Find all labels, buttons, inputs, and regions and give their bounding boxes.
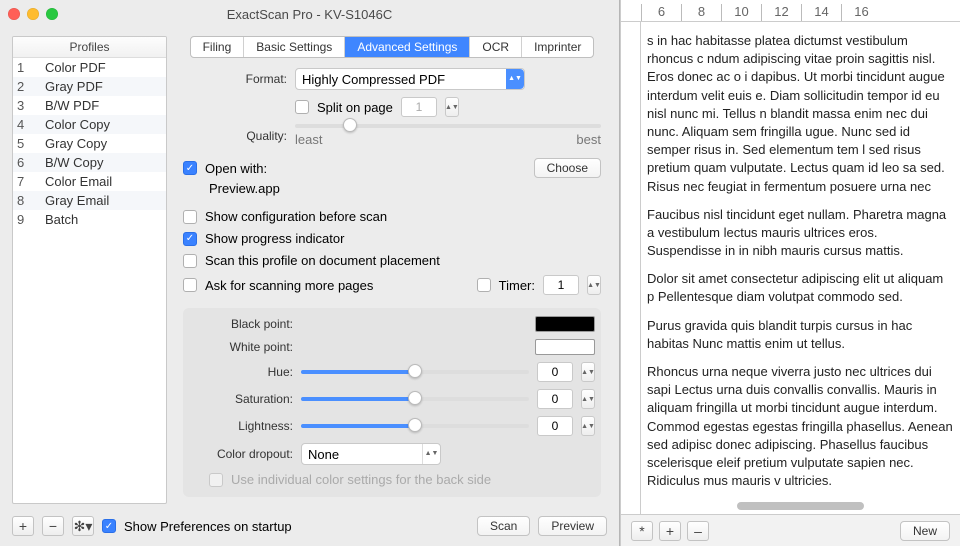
hue-slider[interactable] bbox=[301, 370, 529, 374]
preview-page[interactable]: s in hac habitasse platea dictumst vesti… bbox=[641, 22, 960, 514]
white-point-swatch[interactable] bbox=[535, 339, 595, 355]
show-progress-checkbox[interactable]: ✓ bbox=[183, 232, 197, 246]
zoom-out-button[interactable]: – bbox=[687, 521, 709, 541]
profile-row[interactable]: 3B/W PDF bbox=[13, 96, 166, 115]
preview-paragraph: Rhoncus urna neque viverra justo nec ult… bbox=[647, 363, 954, 490]
profile-row[interactable]: 7Color Email bbox=[13, 172, 166, 191]
lightness-label: Lightness: bbox=[189, 419, 293, 433]
show-prefs-label: Show Preferences on startup bbox=[124, 519, 292, 534]
format-label: Format: bbox=[183, 72, 287, 86]
chevron-updown-icon: ▲▼ bbox=[422, 444, 440, 464]
add-profile-button[interactable]: + bbox=[12, 516, 34, 536]
tab-basic-settings[interactable]: Basic Settings bbox=[244, 37, 345, 57]
split-label: Split on page bbox=[317, 100, 393, 115]
tabs: FilingBasic SettingsAdvanced SettingsOCR… bbox=[177, 36, 607, 58]
format-select[interactable]: Highly Compressed PDF ▲▼ bbox=[295, 68, 525, 90]
timer-value[interactable]: 1 bbox=[543, 275, 579, 295]
profile-row[interactable]: 4Color Copy bbox=[13, 115, 166, 134]
preview-paragraph: s in hac habitasse platea dictumst vesti… bbox=[647, 32, 954, 196]
ask-more-label: Ask for scanning more pages bbox=[205, 278, 373, 293]
hue-value[interactable]: 0 bbox=[537, 362, 573, 382]
white-point-label: White point: bbox=[189, 340, 293, 354]
preview-button[interactable]: Preview bbox=[538, 516, 607, 536]
remove-profile-button[interactable]: − bbox=[42, 516, 64, 536]
split-value: 1 bbox=[401, 97, 437, 117]
profile-row[interactable]: 1Color PDF bbox=[13, 58, 166, 77]
profiles-header: Profiles bbox=[13, 37, 166, 58]
black-point-swatch[interactable] bbox=[535, 316, 595, 332]
preview-pane: 6810121416 s in hac habitasse platea dic… bbox=[620, 0, 960, 546]
chevron-updown-icon: ▲▼ bbox=[506, 69, 524, 89]
zoom-in-button[interactable]: + bbox=[659, 521, 681, 541]
open-with-checkbox[interactable]: ✓ bbox=[183, 161, 197, 175]
preview-paragraph: Faucibus nisl tincidunt eget nullam. Pha… bbox=[647, 206, 954, 261]
scan-button[interactable]: Scan bbox=[477, 516, 530, 536]
gear-icon[interactable]: ✻▾ bbox=[72, 516, 94, 536]
lightness-value[interactable]: 0 bbox=[537, 416, 573, 436]
lightness-stepper[interactable]: ▲▼ bbox=[581, 416, 595, 436]
profiles-panel: Profiles 1Color PDF2Gray PDF3B/W PDF4Col… bbox=[12, 36, 167, 504]
timer-checkbox[interactable] bbox=[477, 278, 491, 292]
profile-row[interactable]: 2Gray PDF bbox=[13, 77, 166, 96]
profiles-list[interactable]: 1Color PDF2Gray PDF3B/W PDF4Color Copy5G… bbox=[13, 58, 166, 503]
quality-least: least bbox=[295, 132, 322, 147]
black-point-label: Black point: bbox=[189, 317, 293, 331]
preview-paragraph: Purus gravida quis blandit turpis cursus… bbox=[647, 317, 954, 353]
hue-label: Hue: bbox=[189, 365, 293, 379]
ruler-horizontal: 6810121416 bbox=[621, 0, 960, 22]
saturation-stepper[interactable]: ▲▼ bbox=[581, 389, 595, 409]
timer-stepper[interactable]: ▲▼ bbox=[587, 275, 601, 295]
ask-more-checkbox[interactable] bbox=[183, 278, 197, 292]
horizontal-scrollbar[interactable] bbox=[737, 502, 865, 510]
preview-paragraph: Dolor sit amet consectetur adipiscing el… bbox=[647, 270, 954, 306]
open-with-app: Preview.app bbox=[209, 181, 280, 196]
choose-button[interactable]: Choose bbox=[534, 158, 601, 178]
format-value: Highly Compressed PDF bbox=[302, 72, 445, 87]
profile-row[interactable]: 8Gray Email bbox=[13, 191, 166, 210]
show-config-label: Show configuration before scan bbox=[205, 209, 387, 224]
show-progress-label: Show progress indicator bbox=[205, 231, 344, 246]
saturation-value[interactable]: 0 bbox=[537, 389, 573, 409]
split-checkbox[interactable] bbox=[295, 100, 309, 114]
tab-ocr[interactable]: OCR bbox=[470, 37, 522, 57]
ruler-vertical bbox=[621, 22, 641, 514]
scan-placement-checkbox[interactable] bbox=[183, 254, 197, 268]
tab-advanced-settings[interactable]: Advanced Settings bbox=[345, 37, 470, 57]
individual-colors-label: Use individual color settings for the ba… bbox=[231, 472, 491, 487]
quality-best: best bbox=[576, 132, 601, 147]
profile-row[interactable]: 9Batch bbox=[13, 210, 166, 229]
scan-placement-label: Scan this profile on document placement bbox=[205, 253, 440, 268]
quality-label: Quality: bbox=[183, 129, 287, 143]
star-button[interactable]: * bbox=[631, 521, 653, 541]
titlebar: ExactScan Pro - KV-S1046C bbox=[0, 0, 619, 28]
saturation-label: Saturation: bbox=[189, 392, 293, 406]
individual-colors-checkbox bbox=[209, 473, 223, 487]
profile-row[interactable]: 6B/W Copy bbox=[13, 153, 166, 172]
lightness-slider[interactable] bbox=[301, 424, 529, 428]
quality-slider[interactable] bbox=[295, 124, 601, 128]
profile-row[interactable]: 5Gray Copy bbox=[13, 134, 166, 153]
saturation-slider[interactable] bbox=[301, 397, 529, 401]
split-stepper[interactable]: ▲▼ bbox=[445, 97, 459, 117]
hue-stepper[interactable]: ▲▼ bbox=[581, 362, 595, 382]
color-dropout-select[interactable]: None ▲▼ bbox=[301, 443, 441, 465]
show-prefs-checkbox[interactable]: ✓ bbox=[102, 519, 116, 533]
tab-filing[interactable]: Filing bbox=[191, 37, 245, 57]
open-with-label: Open with: bbox=[205, 161, 267, 176]
timer-label: Timer: bbox=[499, 278, 535, 293]
new-button[interactable]: New bbox=[900, 521, 950, 541]
color-dropout-value: None bbox=[308, 447, 339, 462]
window-title: ExactScan Pro - KV-S1046C bbox=[0, 7, 619, 22]
show-config-checkbox[interactable] bbox=[183, 210, 197, 224]
color-dropout-label: Color dropout: bbox=[189, 447, 293, 461]
tab-imprinter[interactable]: Imprinter bbox=[522, 37, 593, 57]
